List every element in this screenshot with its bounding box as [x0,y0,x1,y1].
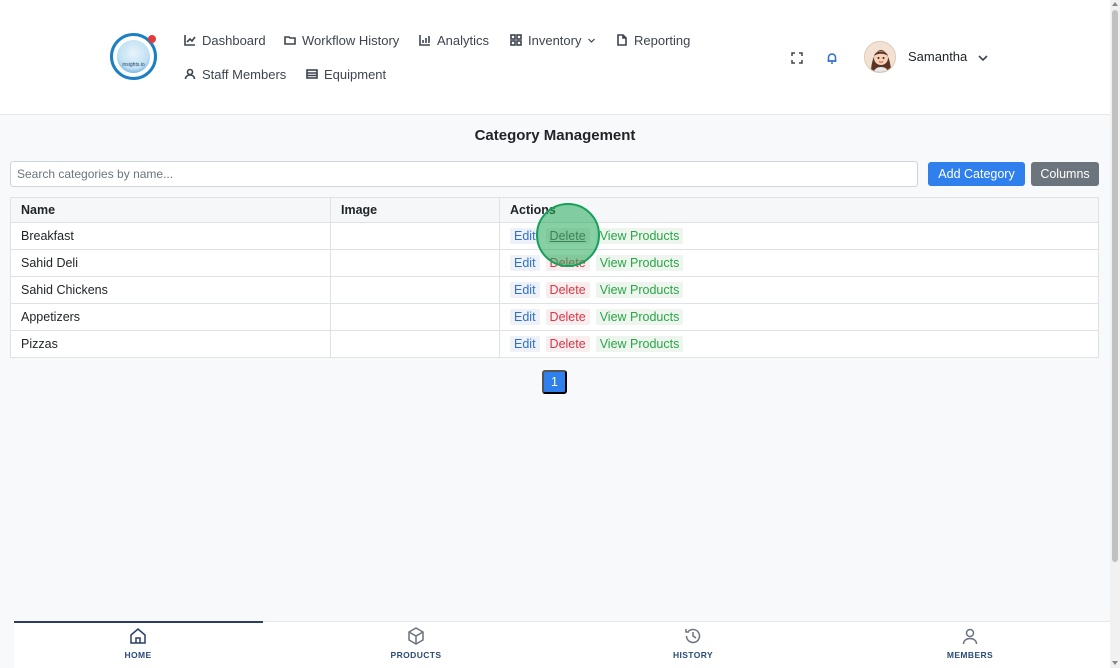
bottom-nav-products[interactable]: PRODUCTS [356,626,476,660]
nav-inventory[interactable]: Inventory [510,30,596,50]
list-icon [306,69,318,79]
page-button-1[interactable]: 1 [542,370,567,394]
document-icon [617,34,627,46]
view-products-button[interactable]: View Products [595,228,684,244]
edit-button[interactable]: Edit [510,282,540,298]
row-actions: Edit Delete View Products [499,222,1099,250]
category-name: Appetizers [10,303,331,331]
user-menu-toggle[interactable] [977,51,989,63]
bottom-nav: HOME PRODUCTS HISTORY MEMBERS [14,621,1110,668]
delete-button[interactable]: Delete [545,282,590,298]
scroll-down-arrow[interactable] [1112,661,1118,665]
nav-reporting[interactable]: Reporting [616,30,690,50]
avatar-illustration [865,42,895,72]
view-products-button[interactable]: View Products [595,336,684,352]
logo-dot [148,35,156,43]
delete-button[interactable]: Delete [545,255,590,271]
user-name[interactable]: Samantha [908,49,967,64]
column-header-image[interactable]: Image [330,197,500,223]
bottom-nav-members[interactable]: MEMBERS [910,626,1030,660]
chart-line-icon [184,35,196,46]
category-image [330,276,500,304]
nav-workflow-history-label: Workflow History [302,32,400,48]
category-table: Name Image Actions Breakfast Edit Delete V… [10,197,1099,358]
page-scrollbar[interactable] [1110,0,1120,668]
category-image [330,249,500,277]
table-row: Sahid Deli Edit Delete View Products [10,249,1099,277]
columns-button[interactable]: Columns [1031,162,1099,186]
notifications-button[interactable] [825,51,839,65]
table-row: Sahid Chickens Edit Delete View Products [10,276,1099,304]
table-header-row: Name Image Actions [10,197,1099,223]
category-name: Pizzas [10,330,331,358]
add-category-button[interactable]: Add Category [928,162,1025,186]
category-name: Sahid Chickens [10,276,331,304]
app-logo[interactable]: insights.io [110,33,157,80]
nav-equipment[interactable]: Equipment [306,64,386,84]
table-row: Breakfast Edit Delete View Products [10,222,1099,250]
nav-dashboard[interactable]: Dashboard [184,30,266,50]
nav-staff-members-label: Staff Members [202,66,287,82]
chevron-down-icon [588,38,596,43]
edit-button[interactable]: Edit [510,309,540,325]
bottom-nav-home[interactable]: HOME [78,626,198,660]
user-icon [184,68,196,80]
edit-button[interactable]: Edit [510,255,540,271]
nav-dashboard-label: Dashboard [202,32,266,48]
logo-emblem: insights.io [117,35,156,73]
grid-icon [510,34,522,46]
view-products-button[interactable]: View Products [595,309,684,325]
home-icon [130,628,146,644]
box-icon [408,627,424,645]
logo-text: insights.io [122,62,145,68]
nav-equipment-label: Equipment [324,66,387,82]
view-products-button[interactable]: View Products [595,255,684,271]
bottom-nav-members-label: MEMBERS [946,650,994,660]
search-input[interactable] [10,161,918,187]
category-name: Breakfast [10,222,331,250]
category-image [330,222,500,250]
user-avatar[interactable] [864,41,896,73]
bottom-nav-history-label: HISTORY [672,650,714,660]
history-icon [685,628,701,644]
nav-analytics[interactable]: Analytics [419,30,489,50]
bottom-nav-history[interactable]: HISTORY [633,626,753,660]
fullscreen-icon [791,52,803,64]
nav-analytics-label: Analytics [437,32,490,48]
table-row: Appetizers Edit Delete View Products [10,303,1099,331]
row-actions: Edit Delete View Products [499,330,1099,358]
nav-inventory-label: Inventory [528,32,582,48]
chevron-down-icon [978,55,988,62]
nav-workflow-history[interactable]: Workflow History [284,30,399,50]
bar-chart-icon [419,35,430,46]
edit-button[interactable]: Edit [510,228,540,244]
scroll-thumb[interactable] [1112,10,1118,562]
scroll-up-arrow[interactable] [1112,2,1118,6]
row-actions: Edit Delete View Products [499,303,1099,331]
edit-button[interactable]: Edit [510,336,540,352]
top-header: insights.io Dashboard Workflow History A… [0,0,1110,115]
row-actions: Edit Delete View Products [499,276,1099,304]
row-actions: Edit Delete View Products [499,249,1099,277]
nav-staff-members[interactable]: Staff Members [184,64,286,84]
column-header-actions: Actions [499,197,1099,223]
category-name: Sahid Deli [10,249,331,277]
folder-icon [284,36,296,45]
fullscreen-button[interactable] [790,51,804,65]
nav-reporting-label: Reporting [634,32,691,48]
column-header-name[interactable]: Name [10,197,331,223]
bottom-nav-home-label: HOME [124,650,152,660]
bottom-nav-products-label: PRODUCTS [390,650,442,660]
category-image [330,330,500,358]
page-title: Category Management [474,127,636,144]
table-row: Pizzas Edit Delete View Products [10,330,1099,358]
delete-button[interactable]: Delete [545,309,590,325]
view-products-button[interactable]: View Products [595,282,684,298]
bell-icon [827,53,837,64]
category-image [330,303,500,331]
user-icon [962,628,978,645]
delete-button[interactable]: Delete [545,228,590,244]
active-tab-indicator [14,621,263,623]
delete-button[interactable]: Delete [545,336,590,352]
